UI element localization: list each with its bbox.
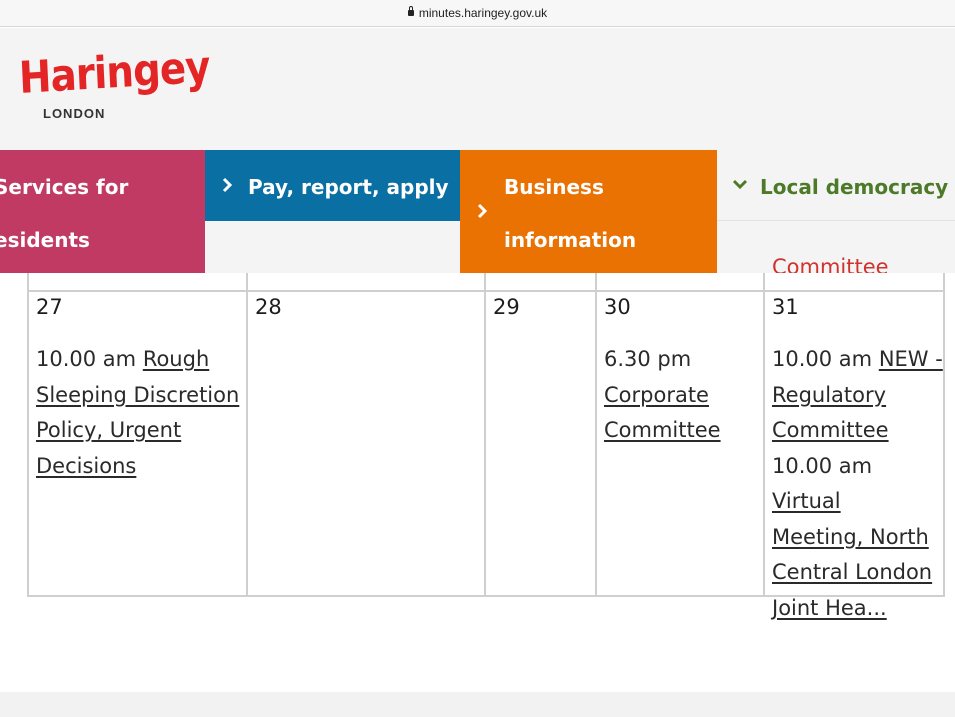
day-number: 31 [772,295,799,319]
event-title-line: Regulatory [772,382,887,407]
grid-line [484,273,486,291]
chevron-right-icon [221,175,233,200]
event-title-line: Policy, Urgent [36,418,182,442]
event-title-line: Central London [772,560,933,584]
event-title-line: Committee [772,418,889,442]
event-link-joint-health[interactable]: Virtual Meeting, North Central London Joint… [772,489,932,620]
day-number: 28 [255,295,282,319]
grid-line [27,273,29,291]
nav-business-label-2: information [504,228,637,252]
event-time: 10.00 am [772,347,873,371]
grid-line [763,273,765,291]
event-time: 10.00 am [772,453,873,478]
chevron-down-icon [731,175,749,200]
grid-line [595,290,597,597]
haringey-logo[interactable]: Haringey LONDON [18,42,211,124]
event-link-corporate-committee[interactable]: Corporate Committee [604,383,721,443]
event-title-line: NEW - [878,347,943,371]
event-item: 10.00 am Rough Sleeping Discretion Policy,… [36,342,241,484]
grid-line [943,273,945,291]
day-number: 29 [493,295,520,319]
grid-line [484,290,486,597]
nav-local-label: Local democracy [760,175,949,199]
nav-services-label-1: Services for [0,175,129,199]
browser-url-bar[interactable]: minutes.haringey.gov.uk [0,0,955,27]
nav-pay-report-apply[interactable]: Pay, report, apply [205,150,460,221]
lock-icon [407,6,414,16]
event-item: 10.00 am NEW - Regulatory Committee 10.00 … [772,342,944,626]
event-title-line: Joint Hea... [772,595,887,620]
event-title-line: Virtual [772,489,841,513]
nav-business-information[interactable]: Business information [460,150,717,273]
url-text: minutes.haringey.gov.uk [418,6,548,20]
nav-spacer [205,221,460,273]
partial-meeting-link-text: Committee [772,255,889,273]
event-title-line: Decisions [36,453,137,478]
chevron-right-icon [476,201,488,226]
nav-services-for-residents[interactable]: Services for esidents [0,150,205,273]
site-header: Haringey LONDON [0,28,955,150]
event-item: 6.30 pm Corporate Committee [604,342,764,449]
event-title-line: Rough [142,347,210,371]
event-title-line: Committee [604,418,721,442]
event-title-line: Meeting, North [772,524,929,549]
logo-subtitle: LONDON [43,106,106,121]
logo-wordmark: Haringey [17,41,211,104]
day-number: 27 [36,295,63,319]
nav-pay-label: Pay, report, apply [248,175,449,199]
event-title-line: Sleeping Discretion [36,382,240,407]
grid-line [246,290,248,597]
page-footer-strip [0,692,955,717]
event-time: 10.00 am [36,347,137,371]
nav-services-label-2: esidents [0,228,90,252]
partial-meeting-link[interactable]: Committee [772,251,942,273]
nav-local-democracy[interactable]: Local democracy [717,150,955,221]
event-time: 6.30 pm [604,347,692,371]
url-text-container: minutes.haringey.gov.uk [0,6,955,20]
nav-business-label-1: Business [504,175,604,199]
grid-line [595,273,597,291]
grid-line [246,273,248,291]
event-title-line: Corporate [604,382,709,407]
day-number: 30 [604,295,631,319]
